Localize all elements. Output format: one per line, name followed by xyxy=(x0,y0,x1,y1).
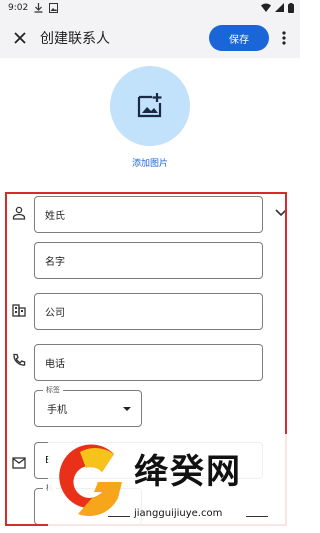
phone-type-value: 手机 xyxy=(47,405,67,416)
status-bar: 9:02 xyxy=(0,0,300,18)
surname-field[interactable]: 姓氏 xyxy=(34,196,263,233)
given-name-placeholder: 名字 xyxy=(45,257,65,268)
business-icon xyxy=(12,302,26,321)
watermark-divider-right xyxy=(246,516,268,517)
email-icon xyxy=(12,454,26,473)
app-bar: 创建联系人 保存 xyxy=(0,18,300,58)
company-field[interactable]: 公司 xyxy=(34,293,263,330)
close-icon xyxy=(14,32,26,44)
watermark: 绛癸网 jiangguijiuye.com xyxy=(48,434,300,533)
wifi-icon xyxy=(261,3,271,16)
more-options-button[interactable] xyxy=(276,27,292,49)
phone-placeholder: 电话 xyxy=(45,359,65,370)
expand-name-button[interactable] xyxy=(274,204,285,223)
add-photo-button[interactable] xyxy=(110,66,190,146)
add-photo-icon xyxy=(137,93,162,118)
add-photo-label[interactable]: 添加图片 xyxy=(0,156,300,169)
phone-type-select[interactable]: 标签 手机 xyxy=(34,385,142,427)
signal-icon xyxy=(275,3,284,16)
download-icon xyxy=(34,3,43,16)
image-notification-icon xyxy=(49,3,58,16)
watermark-logo xyxy=(58,442,128,526)
dropdown-caret-icon xyxy=(123,407,131,411)
battery-icon xyxy=(288,3,294,16)
surname-placeholder: 姓氏 xyxy=(45,211,65,222)
chevron-down-icon xyxy=(275,209,285,217)
page-title: 创建联系人 xyxy=(40,31,110,47)
close-button[interactable] xyxy=(8,26,32,50)
watermark-divider-left xyxy=(108,516,130,517)
save-button[interactable]: 保存 xyxy=(209,25,269,51)
person-icon xyxy=(12,205,26,224)
watermark-brand: 绛癸网 xyxy=(134,452,242,492)
given-name-field[interactable]: 名字 xyxy=(34,242,263,279)
watermark-url: jiangguijiuye.com xyxy=(134,508,223,519)
status-time: 9:02 xyxy=(8,3,29,13)
more-vert-icon xyxy=(282,31,286,45)
phone-field[interactable]: 电话 xyxy=(34,344,263,381)
phone-type-label: 标签 xyxy=(43,385,63,395)
phone-icon xyxy=(12,352,26,371)
company-placeholder: 公司 xyxy=(45,308,65,319)
